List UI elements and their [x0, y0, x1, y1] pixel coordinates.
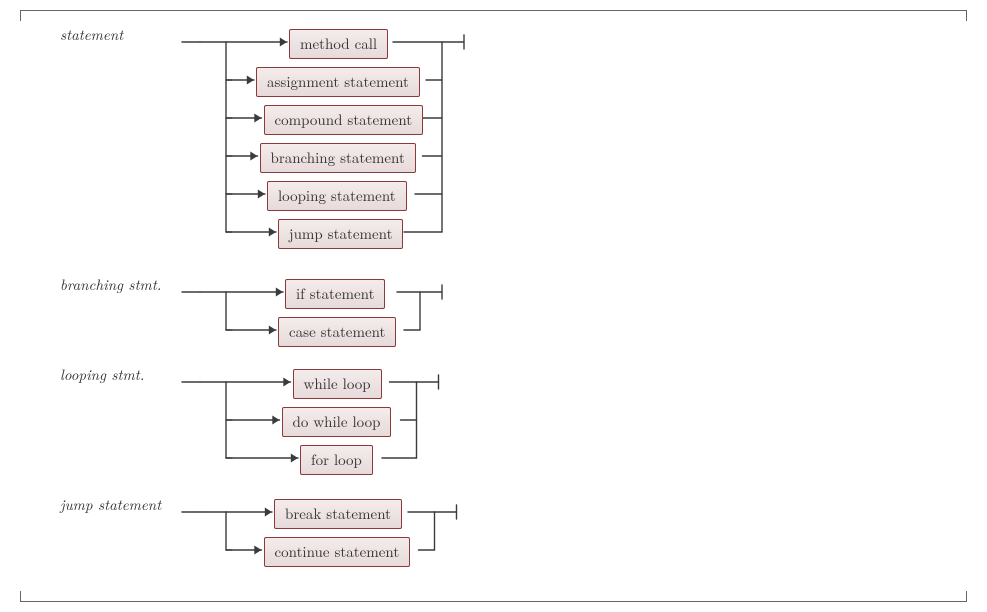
alternative-box: method call [289, 29, 388, 59]
alternative-box: if statement [285, 279, 385, 309]
alternative-box: continue statement [264, 537, 411, 567]
alternative-box: branching statement [260, 143, 416, 173]
alternative-box: jump statement [278, 219, 403, 249]
rule: looping stmt.while loopdo while loopfor … [0, 370, 987, 494]
rule-name: looping stmt. [60, 364, 144, 385]
frame-bottom [20, 591, 967, 602]
rule-name: branching stmt. [60, 274, 161, 295]
rule: statementmethod callassignment statement… [0, 30, 987, 268]
alternative-box: compound statement [264, 105, 424, 135]
alternative-box: assignment statement [256, 67, 420, 97]
alternative-box: looping statement [267, 181, 407, 211]
alternative-box: while loop [293, 369, 382, 399]
frame-top [20, 10, 967, 21]
rule: jump statementbreak statementcontinue st… [0, 500, 987, 586]
alternative-box: for loop [300, 445, 373, 475]
alternative-box: case statement [278, 317, 396, 347]
alternative-box: do while loop [282, 407, 392, 437]
diagram-page: statement method call assignment statement… [0, 0, 987, 612]
rule-name: jump statement [60, 494, 161, 515]
rule-name: statement [60, 24, 123, 45]
alternative-box: break statement [274, 499, 402, 529]
rule: branching stmt.if statementcase statemen… [0, 280, 987, 366]
